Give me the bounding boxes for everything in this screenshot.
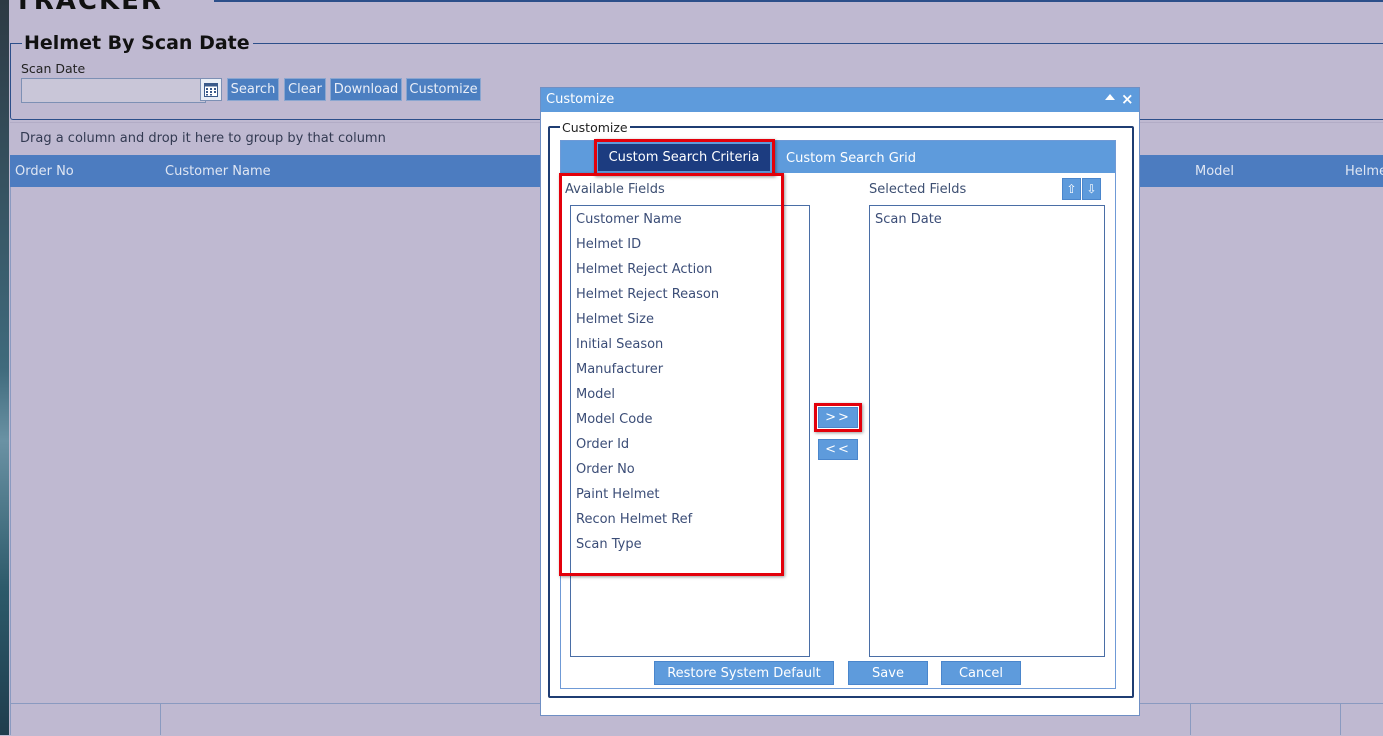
scan-date-label: Scan Date [21, 61, 86, 76]
save-button[interactable]: Save [848, 661, 928, 685]
customize-button[interactable]: Customize [406, 78, 481, 101]
move-up-button[interactable]: ⇧ [1062, 178, 1081, 200]
column-header-helmet[interactable]: Helme [1345, 164, 1383, 179]
column-header-customer-name[interactable]: Customer Name [165, 164, 271, 179]
column-header-order-no[interactable]: Order No [15, 164, 74, 179]
footer-divider [160, 703, 161, 735]
selected-field-item[interactable]: Scan Date [875, 212, 942, 227]
header-divider [214, 0, 1383, 2]
column-header-model[interactable]: Model [1195, 164, 1234, 179]
highlight-box-tab [594, 139, 775, 176]
cancel-button[interactable]: Cancel [941, 661, 1021, 685]
tab-custom-search-grid[interactable]: Custom Search Grid [786, 151, 916, 166]
dialog-title-bar[interactable] [541, 88, 1139, 112]
calendar-icon [204, 82, 218, 97]
app-logo: TRACKER [14, 0, 163, 16]
restore-default-button[interactable]: Restore System Default [654, 661, 834, 685]
arrow-down-icon: ⇩ [1086, 182, 1097, 196]
highlight-box-available-fields [559, 173, 784, 576]
customize-fieldset-legend: Customize [560, 120, 630, 135]
arrow-up-icon: ⇧ [1066, 182, 1077, 196]
move-down-button[interactable]: ⇩ [1082, 178, 1101, 200]
clear-button[interactable]: Clear [284, 78, 326, 101]
selected-fields-list[interactable] [869, 205, 1105, 657]
calendar-button[interactable] [200, 78, 222, 101]
scan-date-input[interactable] [21, 78, 206, 103]
dialog-title: Customize [546, 92, 615, 107]
collapse-icon[interactable] [1105, 94, 1115, 100]
page-title: Helmet By Scan Date [22, 32, 253, 54]
footer-divider [1340, 703, 1341, 735]
footer-divider [1190, 703, 1191, 735]
remove-field-button[interactable]: << [818, 439, 858, 460]
close-icon[interactable]: × [1121, 90, 1134, 108]
search-button[interactable]: Search [227, 78, 279, 101]
selected-fields-label: Selected Fields [869, 182, 967, 197]
highlight-box-add-button [814, 403, 862, 432]
download-button[interactable]: Download [330, 78, 402, 101]
grid-border [10, 187, 11, 735]
group-by-hint: Drag a column and drop it here to group … [20, 131, 386, 146]
desktop-background-strip [0, 0, 9, 735]
